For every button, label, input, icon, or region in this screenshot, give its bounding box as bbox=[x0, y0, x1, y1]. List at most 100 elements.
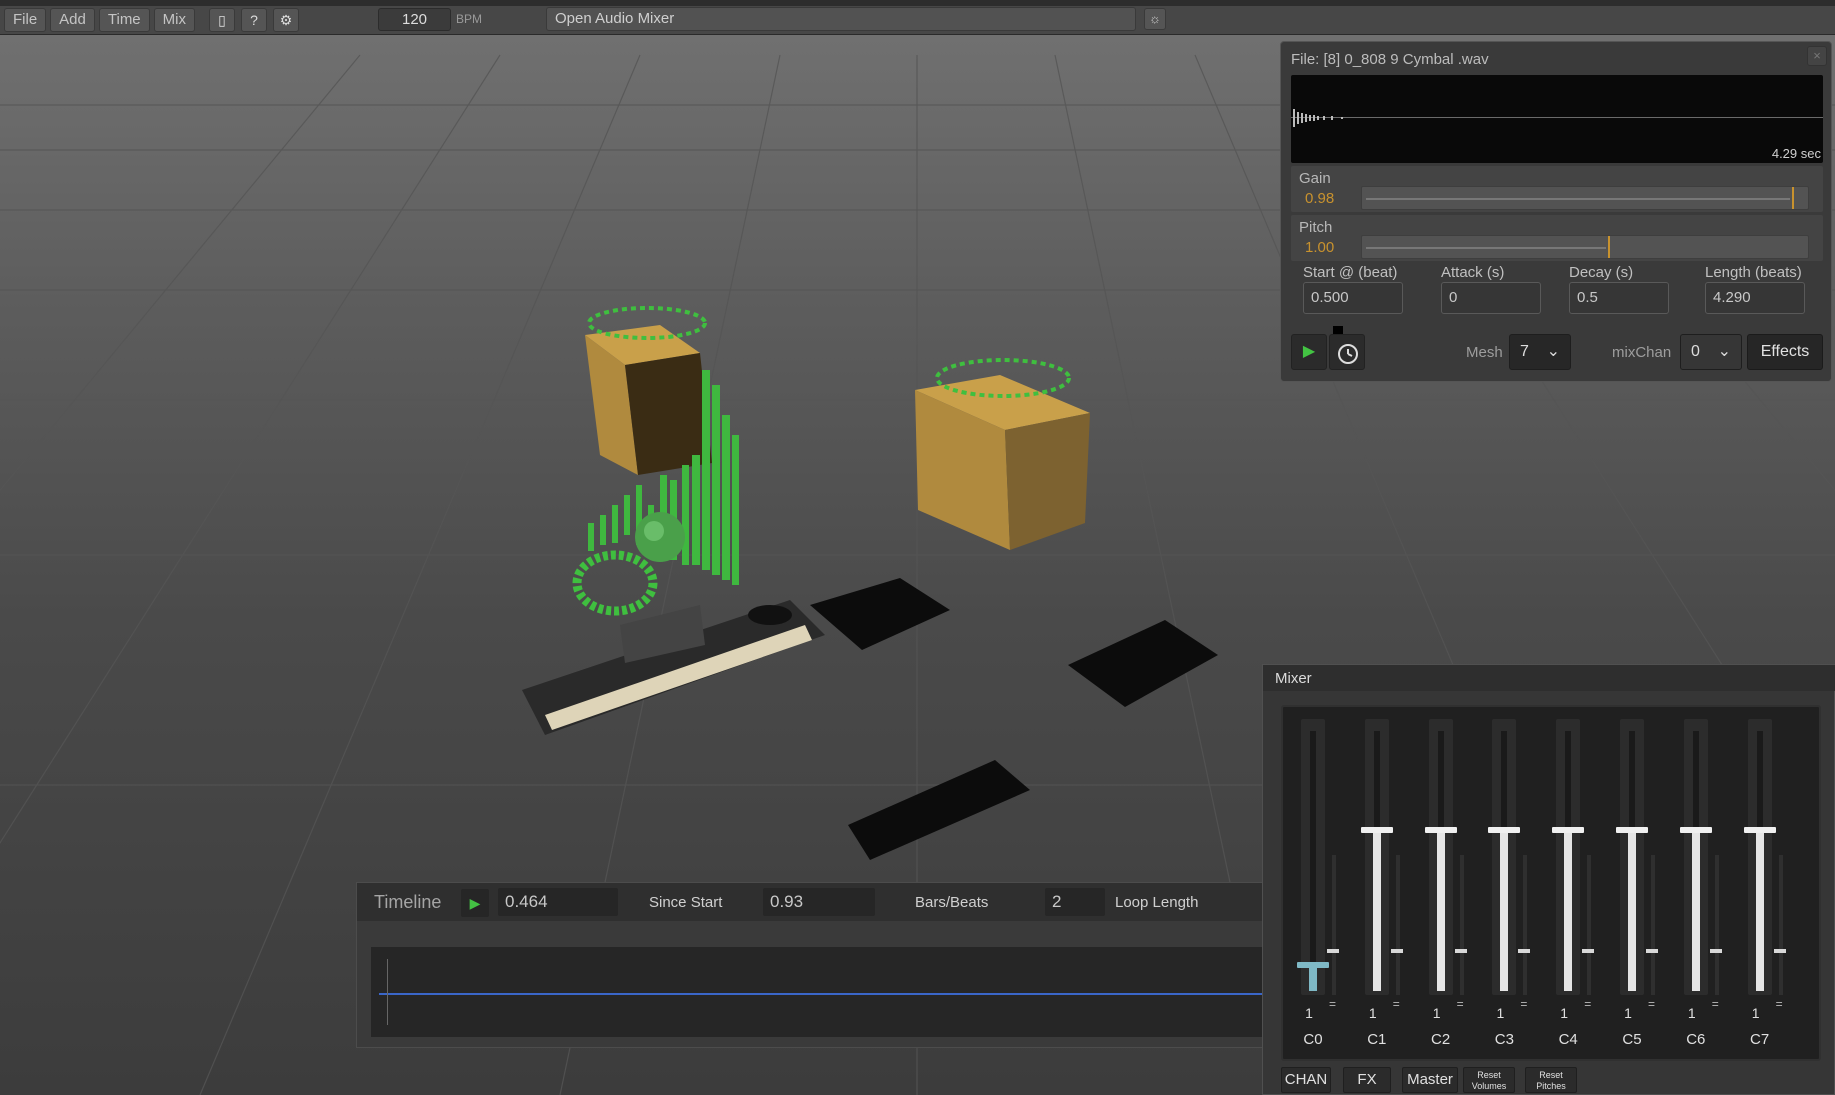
bpm-input[interactable]: 120 bbox=[378, 8, 451, 31]
channel-pitch-track[interactable] bbox=[1651, 855, 1655, 995]
mixer-channel: = 1 C0 bbox=[1287, 719, 1339, 1049]
channel-fader-handle[interactable] bbox=[1552, 826, 1585, 833]
bars-beats-label: Bars/Beats bbox=[915, 894, 989, 911]
timeline-track[interactable] bbox=[371, 947, 1277, 1037]
channel-pitch-track[interactable] bbox=[1523, 855, 1528, 995]
menu-time[interactable]: Time bbox=[98, 8, 150, 32]
menu-add[interactable]: Add bbox=[50, 8, 95, 32]
channel-level-fill bbox=[1372, 829, 1381, 991]
channel-value[interactable]: 1 bbox=[1490, 1003, 1510, 1023]
reset-volumes-button[interactable]: Reset Volumes bbox=[1463, 1067, 1515, 1093]
channel-level-fill bbox=[1755, 829, 1764, 991]
channel-pitch-handle[interactable] bbox=[1773, 949, 1786, 953]
channel-fader-track[interactable] bbox=[1310, 731, 1316, 991]
effects-button[interactable]: Effects bbox=[1747, 334, 1823, 370]
clock-icon[interactable] bbox=[1329, 334, 1365, 370]
app-window: File Add Time Mix ▯ ? ⚙ 120 BPM Open Aud… bbox=[0, 0, 1835, 1095]
fx-button[interactable]: FX bbox=[1343, 1067, 1391, 1093]
channel-fader-handle[interactable] bbox=[1616, 826, 1648, 833]
length-label: Length (beats) bbox=[1705, 264, 1802, 281]
mixer-channel: = 1 C3 bbox=[1478, 719, 1531, 1049]
chan-button[interactable]: CHAN bbox=[1281, 1067, 1331, 1093]
gain-slider[interactable] bbox=[1361, 186, 1809, 210]
bars-beats-input[interactable]: 2 bbox=[1045, 888, 1105, 916]
channel-pitch-track[interactable] bbox=[1714, 855, 1719, 995]
start-beat-input[interactable]: 0.500 bbox=[1303, 282, 1403, 314]
reset-pitches-button[interactable]: Reset Pitches bbox=[1525, 1067, 1577, 1093]
mixchan-label: mixChan bbox=[1612, 344, 1672, 361]
channel-pitch-handle[interactable] bbox=[1454, 949, 1467, 953]
channel-name: C5 bbox=[1622, 1031, 1642, 1048]
channel-value[interactable]: 1 bbox=[1299, 1003, 1319, 1023]
mixer-panel: Mixer = 1 C0 = 1 C1 = 1 C2 = 1 C3 = 1 C4 = 1 C5 = 1 C6 = 1 C7 C… bbox=[1262, 664, 1835, 1095]
channel-pitch-track[interactable] bbox=[1332, 855, 1336, 995]
open-audio-mixer-button[interactable]: Open Audio Mixer bbox=[546, 7, 1136, 31]
channel-eq-icon[interactable]: = bbox=[1776, 997, 1783, 1011]
close-icon[interactable]: × bbox=[1807, 46, 1827, 66]
menu-mix[interactable]: Mix bbox=[153, 8, 195, 32]
channel-fader-handle[interactable] bbox=[1743, 826, 1776, 833]
pitch-slider[interactable] bbox=[1361, 235, 1809, 259]
length-input[interactable]: 4.290 bbox=[1705, 282, 1805, 314]
channel-pitch-handle[interactable] bbox=[1709, 949, 1722, 953]
gain-row: Gain 0.98 bbox=[1291, 166, 1823, 212]
channel-pitch-handle[interactable] bbox=[1518, 949, 1531, 953]
channel-value[interactable]: 1 bbox=[1618, 1003, 1638, 1023]
sun-icon[interactable]: ☼ bbox=[1144, 8, 1166, 30]
menu-file[interactable]: File bbox=[4, 8, 47, 32]
timeline-play-icon[interactable]: ▶ bbox=[461, 889, 489, 917]
channel-pitch-handle[interactable] bbox=[1390, 949, 1403, 953]
channel-fader-handle[interactable] bbox=[1360, 826, 1393, 833]
waveform-display[interactable]: 4.29 sec bbox=[1291, 75, 1823, 163]
channel-eq-icon[interactable]: = bbox=[1329, 997, 1336, 1011]
pitch-slider-fill bbox=[1366, 247, 1607, 249]
channel-pitch-track[interactable] bbox=[1587, 855, 1592, 995]
channel-eq-icon[interactable]: = bbox=[1584, 997, 1591, 1011]
mesh-label: Mesh bbox=[1466, 344, 1503, 361]
channel-fader-handle[interactable] bbox=[1679, 826, 1712, 833]
loop-length-label: Loop Length bbox=[1115, 894, 1199, 911]
mixer-channel: = 1 C2 bbox=[1415, 719, 1467, 1049]
file-title: File: [8] 0_808 9 Cymbal .wav bbox=[1291, 51, 1489, 68]
channel-value[interactable]: 1 bbox=[1427, 1003, 1447, 1023]
pitch-slider-handle[interactable] bbox=[1608, 236, 1611, 258]
channel-value[interactable]: 1 bbox=[1554, 1003, 1574, 1023]
help-icon[interactable]: ? bbox=[240, 8, 267, 32]
channel-value[interactable]: 1 bbox=[1746, 1003, 1766, 1023]
channel-eq-icon[interactable]: = bbox=[1520, 997, 1527, 1011]
channel-fader-handle[interactable] bbox=[1297, 962, 1329, 968]
channel-pitch-handle[interactable] bbox=[1327, 949, 1339, 953]
timeline-header: Timeline ▶ 0.464 Since Start 0.93 Bars/B… bbox=[357, 883, 1277, 921]
channel-level-fill bbox=[1691, 829, 1700, 991]
chevron-down-icon: ⌄ bbox=[1546, 343, 1560, 360]
channel-pitch-track[interactable] bbox=[1778, 855, 1783, 995]
channel-name: C7 bbox=[1750, 1031, 1770, 1048]
channel-fader-handle[interactable] bbox=[1424, 826, 1457, 833]
gear-icon[interactable]: ⚙ bbox=[272, 8, 299, 32]
channel-eq-icon[interactable]: = bbox=[1648, 997, 1655, 1011]
channel-pitch-handle[interactable] bbox=[1582, 949, 1595, 953]
start-beat-label: Start @ (beat) bbox=[1303, 264, 1398, 281]
timeline-cursor[interactable] bbox=[387, 959, 388, 1025]
channel-value[interactable]: 1 bbox=[1682, 1003, 1702, 1023]
book-icon[interactable]: ▯ bbox=[208, 8, 235, 32]
mesh-dropdown[interactable]: 7 ⌄ bbox=[1509, 334, 1571, 370]
mixer-header: Mixer bbox=[1263, 665, 1835, 691]
attack-input[interactable]: 0 bbox=[1441, 282, 1541, 314]
channel-fader-handle[interactable] bbox=[1488, 826, 1521, 833]
channel-pitch-track[interactable] bbox=[1395, 855, 1400, 995]
channel-value[interactable]: 1 bbox=[1363, 1003, 1383, 1023]
channel-eq-icon[interactable]: = bbox=[1393, 997, 1400, 1011]
decay-input[interactable]: 0.5 bbox=[1569, 282, 1669, 314]
channel-pitch-track[interactable] bbox=[1459, 855, 1464, 995]
reset-pitches-line1: Reset bbox=[1539, 1070, 1563, 1080]
mixchan-dropdown[interactable]: 0 ⌄ bbox=[1680, 334, 1742, 370]
channel-pitch-handle[interactable] bbox=[1646, 949, 1658, 953]
channel-eq-icon[interactable]: = bbox=[1712, 997, 1719, 1011]
gain-slider-handle[interactable] bbox=[1792, 187, 1795, 209]
channel-eq-icon[interactable]: = bbox=[1457, 997, 1464, 1011]
master-button[interactable]: Master bbox=[1402, 1067, 1458, 1093]
attack-label: Attack (s) bbox=[1441, 264, 1505, 281]
file-panel: File: [8] 0_808 9 Cymbal .wav × 4.29 sec… bbox=[1280, 41, 1832, 382]
play-icon[interactable]: ▶ bbox=[1291, 334, 1327, 370]
